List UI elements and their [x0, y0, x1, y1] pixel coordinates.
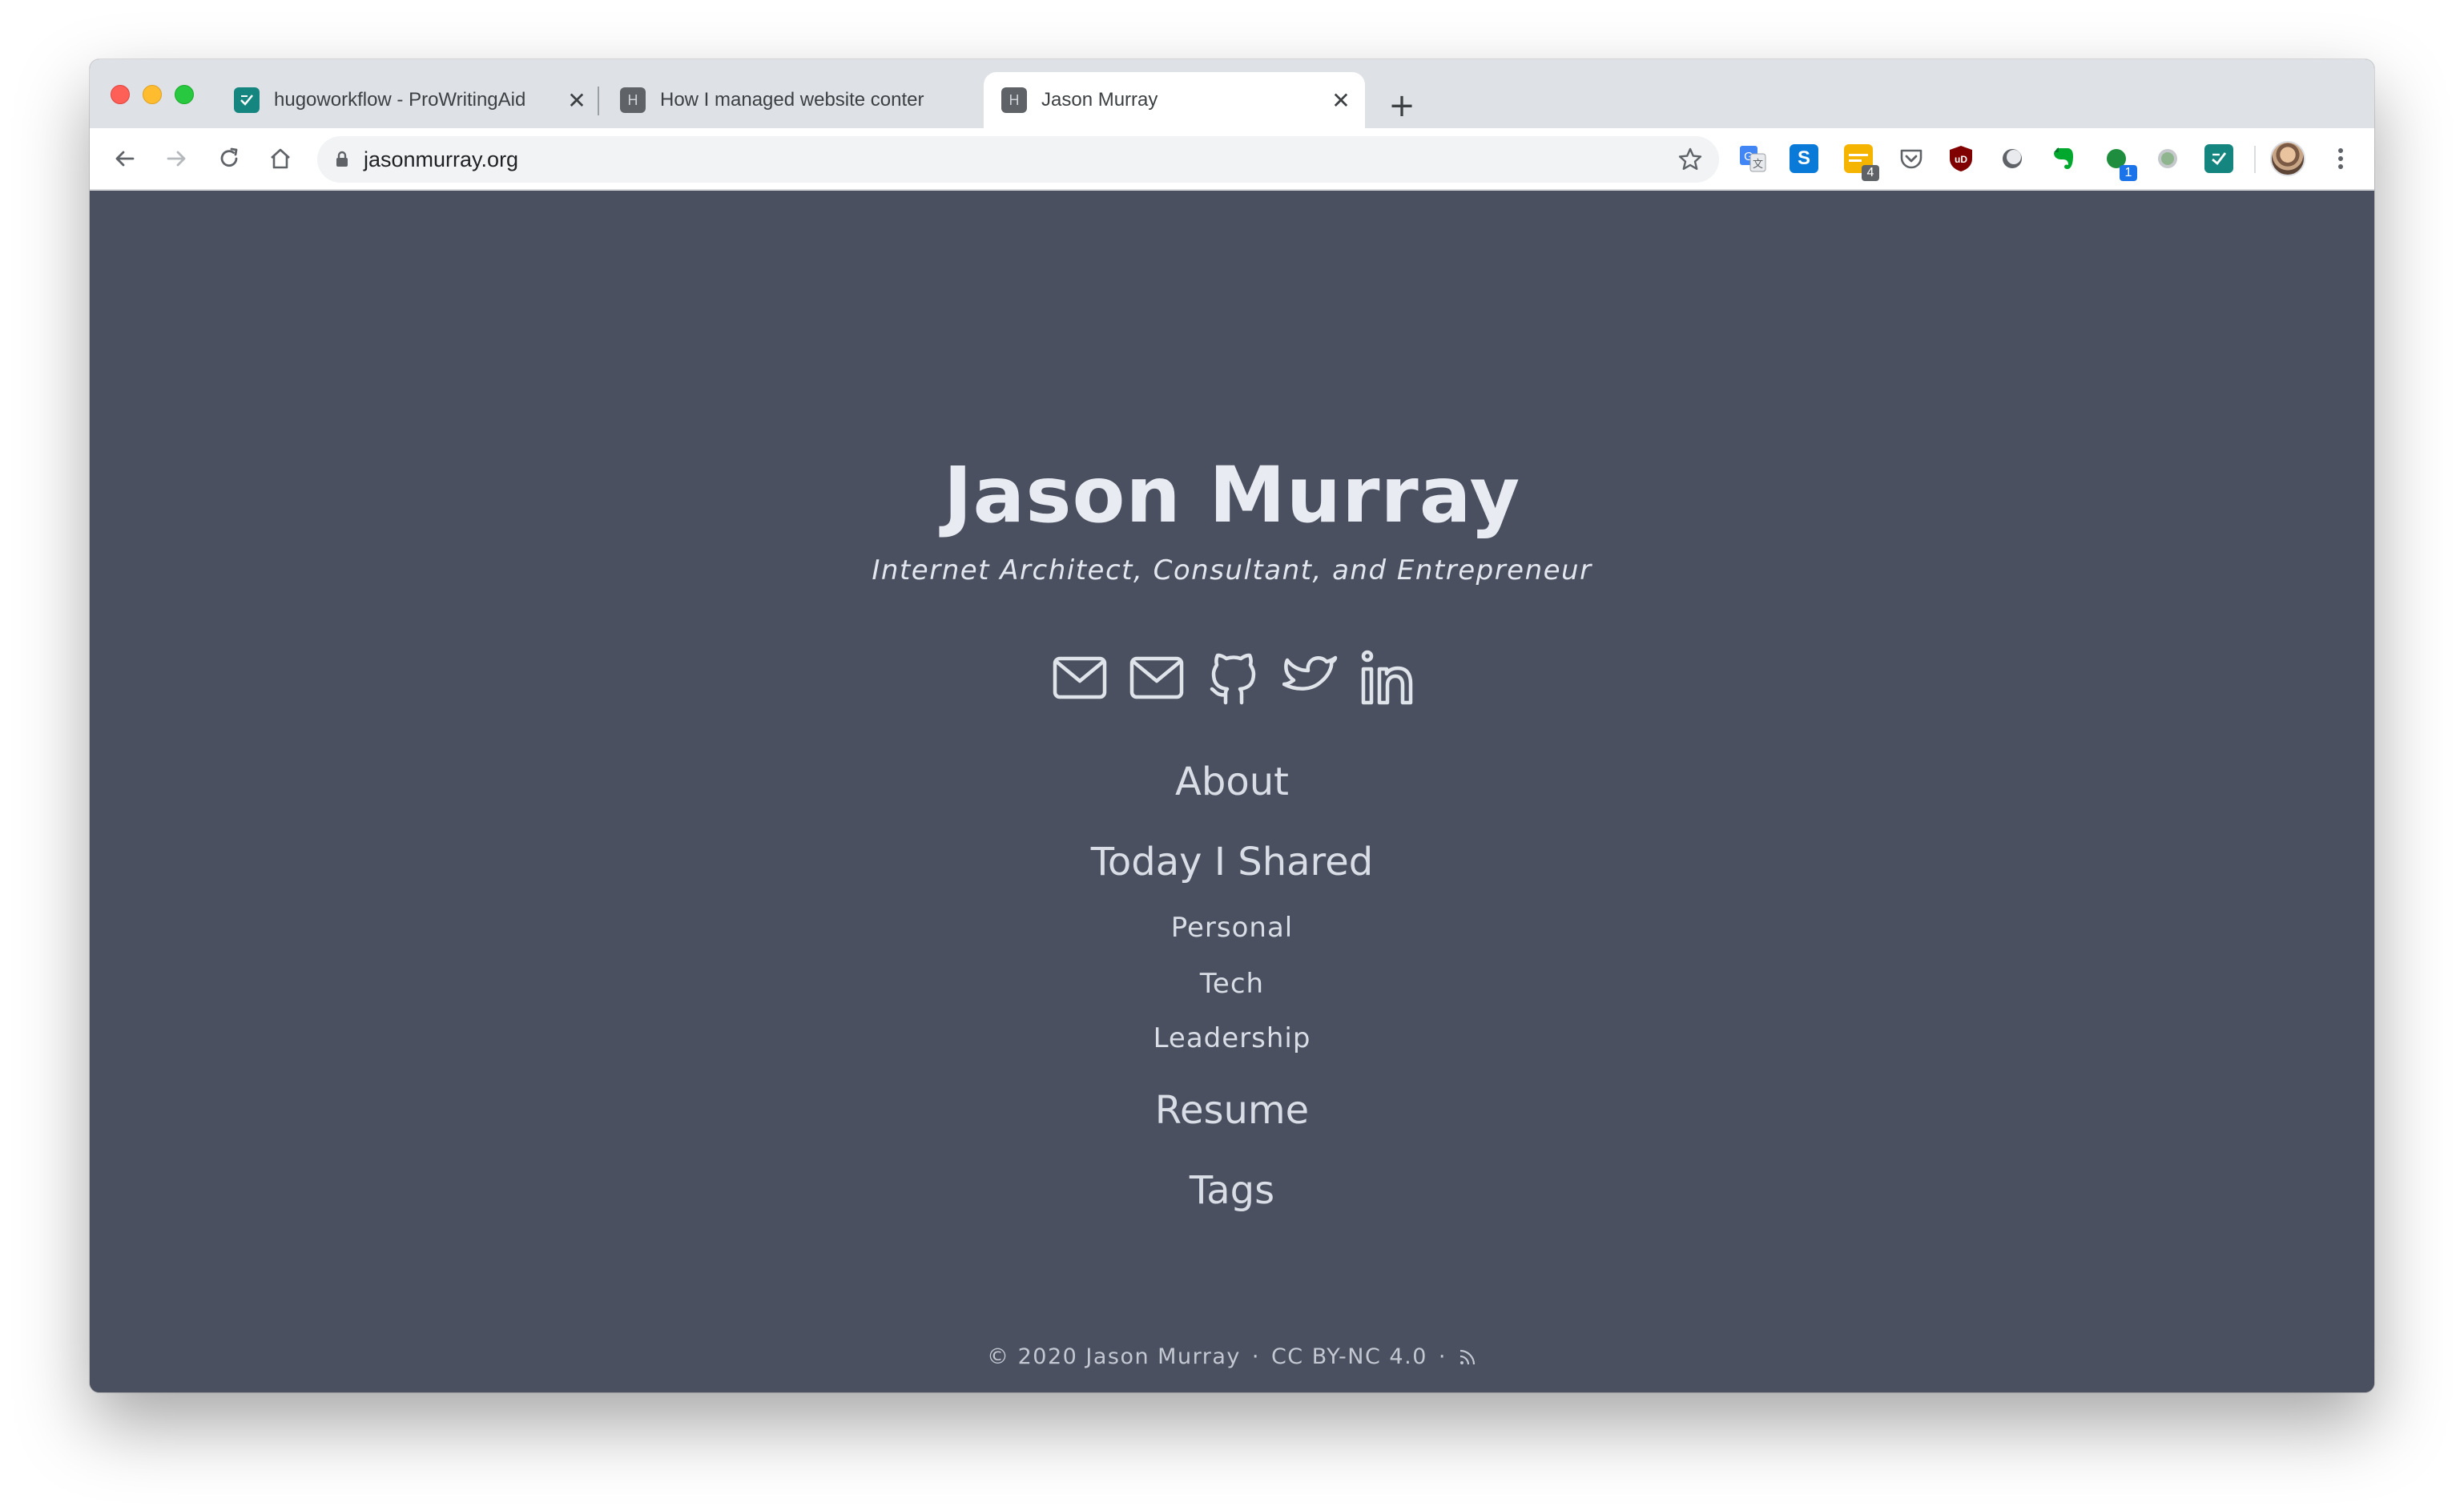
nav-resume-label[interactable]: Resume [1155, 1088, 1309, 1133]
lock-icon[interactable] [335, 151, 349, 168]
maximize-window-button[interactable] [175, 85, 194, 104]
evernote-icon[interactable] [2049, 144, 2078, 173]
prowritingaid-extension-icon[interactable] [2204, 144, 2233, 173]
menu-dot [2338, 164, 2343, 169]
footer-separator: · [1438, 1344, 1447, 1369]
nav-about-label[interactable]: About [1175, 760, 1289, 804]
back-arrow-icon [115, 151, 135, 167]
back-button[interactable] [107, 141, 143, 176]
h-letter-icon: H [620, 87, 646, 113]
keep-icon[interactable]: 4 [1844, 144, 1879, 181]
close-window-button[interactable] [111, 85, 130, 104]
minimize-window-button[interactable] [143, 85, 162, 104]
page-footer: © 2020 Jason Murray · CC BY-NC 4.0 · [90, 1344, 2374, 1369]
nav-resume[interactable]: Resume [90, 1088, 2374, 1133]
tab-prowritingaid[interactable]: hugoworkflow - ProWritingAid ✕ [216, 72, 601, 128]
close-tab-icon[interactable]: ✕ [1328, 87, 1354, 113]
tab-jason-murray[interactable]: H Jason Murray ✕ [984, 72, 1365, 128]
forward-button[interactable] [159, 141, 194, 176]
nav-leadership[interactable]: Leadership [90, 1022, 2374, 1054]
extension-badge: 4 [1862, 165, 1879, 181]
green-circle-extension-icon[interactable]: 1 [2102, 144, 2137, 181]
extension-badge: 1 [2120, 165, 2137, 181]
prowritingaid-icon [234, 87, 260, 113]
address-bar[interactable]: jasonmurray.org [317, 136, 1719, 183]
rss-icon[interactable] [1458, 1348, 1477, 1367]
nav-today-i-shared-label[interactable]: Today I Shared [1091, 840, 1373, 884]
page-content: Jason Murray Internet Architect, Consult… [90, 191, 2374, 1392]
browser-toolbar: jasonmurray.org G文 S 4 uD 1 [90, 128, 2374, 191]
nav-tags-label[interactable]: Tags [1190, 1168, 1274, 1213]
tab-title: hugoworkflow - ProWritingAid [274, 89, 526, 111]
ublock-icon[interactable]: uD [1947, 144, 1975, 173]
home-button[interactable] [263, 141, 298, 176]
forward-arrow-icon [167, 151, 186, 167]
tab-title: Jason Murray [1041, 89, 1158, 111]
close-tab-icon[interactable]: ✕ [564, 87, 590, 113]
ublock-glyph: uD [1955, 154, 1967, 165]
footer-license-link[interactable]: CC BY-NC 4.0 [1271, 1344, 1427, 1369]
nav-tech-label[interactable]: Tech [1200, 968, 1264, 1000]
social-links [1049, 647, 1418, 708]
github-icon[interactable] [1203, 647, 1264, 708]
url-text[interactable]: jasonmurray.org [364, 147, 1677, 172]
nav-personal[interactable]: Personal [90, 912, 2374, 944]
email-icon[interactable] [1049, 647, 1110, 708]
site-subtitle: Internet Architect, Consultant, and Entr… [872, 554, 1592, 586]
reload-icon [220, 147, 238, 167]
nav-leadership-label[interactable]: Leadership [1153, 1022, 1311, 1054]
nav-tech[interactable]: Tech [90, 968, 2374, 1000]
nav-about[interactable]: About [90, 760, 2374, 804]
footer-separator: · [1251, 1344, 1260, 1369]
google-translate-icon[interactable]: G文 [1738, 144, 1767, 173]
nav-tags[interactable]: Tags [90, 1168, 2374, 1213]
bookmark-star-icon[interactable] [1677, 147, 1703, 172]
pocket-icon[interactable] [1897, 144, 1926, 173]
nav-today-i-shared[interactable]: Today I Shared [90, 840, 2374, 884]
h-letter-icon: H [1001, 87, 1027, 113]
profile-avatar[interactable] [2270, 141, 2305, 176]
email-icon[interactable] [1126, 647, 1187, 708]
twitter-icon[interactable] [1280, 647, 1341, 708]
menu-dot [2338, 156, 2343, 161]
svg-text:文: 文 [1753, 159, 1763, 171]
toolbar-divider [2254, 146, 2256, 173]
browser-menu-button[interactable] [2333, 144, 2349, 173]
home-icon [271, 148, 290, 169]
grey-circle-extension-icon[interactable] [2153, 144, 2182, 173]
linkedin-icon[interactable] [1357, 647, 1418, 708]
tab-strip: hugoworkflow - ProWritingAid ✕ H How I m… [90, 59, 2374, 128]
skype-icon[interactable]: S [1790, 144, 1818, 173]
site-title-text[interactable]: Jason Murray [944, 450, 1520, 540]
new-tab-button[interactable]: + [1384, 87, 1419, 124]
menu-dot [2338, 148, 2343, 153]
tab-divider [598, 87, 599, 115]
nav-personal-label[interactable]: Personal [1171, 912, 1294, 944]
site-title[interactable]: Jason Murray [90, 451, 2374, 539]
footer-copyright: © 2020 Jason Murray [987, 1344, 1241, 1369]
dark-reader-icon[interactable] [1998, 144, 2027, 173]
tab-title: How I managed website conter [660, 89, 924, 111]
reload-button[interactable] [211, 141, 247, 176]
browser-window: hugoworkflow - ProWritingAid ✕ H How I m… [90, 59, 2374, 1392]
